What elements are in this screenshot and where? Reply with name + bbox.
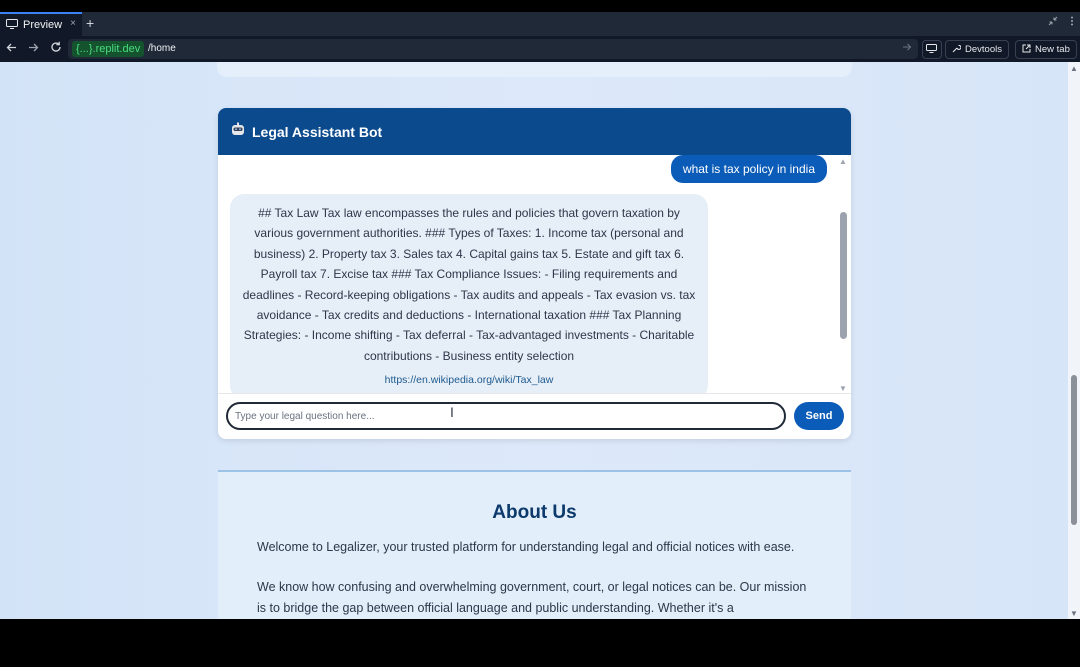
url-domain: {...}.replit.dev [72, 41, 145, 57]
url-field[interactable]: {...}.replit.dev /home [68, 39, 918, 59]
new-tab-button[interactable]: New tab [1015, 40, 1077, 59]
browser-tab-bar: Preview × + [0, 12, 1080, 36]
about-paragraph-1: Welcome to Legalizer, your trusted platf… [257, 540, 795, 554]
chat-header: Legal Assistant Bot [218, 108, 851, 155]
previous-section-card [217, 62, 852, 77]
collapse-icon[interactable] [1048, 16, 1058, 29]
chat-question-input[interactable] [226, 402, 786, 430]
about-paragraph-2: We know how confusing and overwhelming g… [257, 580, 807, 615]
user-message: what is tax policy in india [670, 155, 827, 183]
monitor-icon [6, 18, 18, 32]
forward-icon[interactable] [28, 41, 39, 56]
robot-icon [231, 122, 245, 141]
chat-title: Legal Assistant Bot [252, 123, 383, 140]
chat-scroll-thumb[interactable] [840, 212, 847, 339]
chat-widget: Legal Assistant Bot what is tax policy i… [218, 108, 851, 439]
reload-icon[interactable] [50, 41, 62, 56]
send-button[interactable]: Send [794, 402, 844, 430]
external-link-icon [1022, 44, 1031, 56]
go-arrow-icon[interactable] [902, 42, 912, 55]
tab-label: Preview [23, 19, 63, 31]
device-preview-button[interactable] [922, 40, 942, 59]
monitor-icon [926, 43, 937, 56]
page-scroll-down-icon[interactable]: ▼ [1070, 609, 1078, 618]
about-section: About Us Welcome to Legalizer, your trus… [218, 472, 851, 619]
chat-scrollbar[interactable]: ▲ ▼ [837, 155, 851, 393]
back-icon[interactable] [6, 41, 17, 56]
browser-address-bar: {...}.replit.dev /home Devtools New tab [0, 36, 1080, 62]
bot-source-link[interactable]: https://en.wikipedia.org/wiki/Tax_law [242, 370, 696, 390]
text-cursor-icon: I [450, 404, 454, 420]
devtools-label: Devtools [965, 44, 1002, 55]
bot-message: ## Tax Law Tax law encompasses the rules… [230, 194, 708, 393]
url-path: /home [148, 43, 176, 54]
new-tab-plus-icon[interactable]: + [86, 15, 94, 31]
more-vertical-icon[interactable] [1070, 16, 1074, 29]
screen-top-band [0, 0, 1080, 12]
about-title: About Us [492, 502, 577, 523]
chat-input-area: I Send [218, 393, 851, 439]
tab-preview[interactable]: Preview × [0, 12, 82, 36]
scroll-up-arrow-icon[interactable]: ▲ [839, 157, 847, 166]
screen-bottom-band [0, 619, 1080, 667]
page-scroll-thumb[interactable] [1071, 375, 1077, 525]
devtools-button[interactable]: Devtools [945, 40, 1009, 59]
wrench-icon [952, 44, 962, 56]
bot-message-text: ## Tax Law Tax law encompasses the rules… [242, 206, 696, 363]
window-controls [1048, 16, 1074, 29]
chat-messages: what is tax policy in india ## Tax Law T… [218, 155, 851, 393]
tab-close-icon[interactable]: × [70, 18, 76, 29]
page-scroll-up-icon[interactable]: ▲ [1070, 64, 1078, 73]
page-viewport: Legal Assistant Bot what is tax policy i… [0, 62, 1080, 619]
new-tab-label: New tab [1035, 44, 1070, 55]
page-scrollbar[interactable]: ▲ ▼ [1068, 62, 1080, 619]
scroll-down-arrow-icon[interactable]: ▼ [839, 384, 847, 393]
